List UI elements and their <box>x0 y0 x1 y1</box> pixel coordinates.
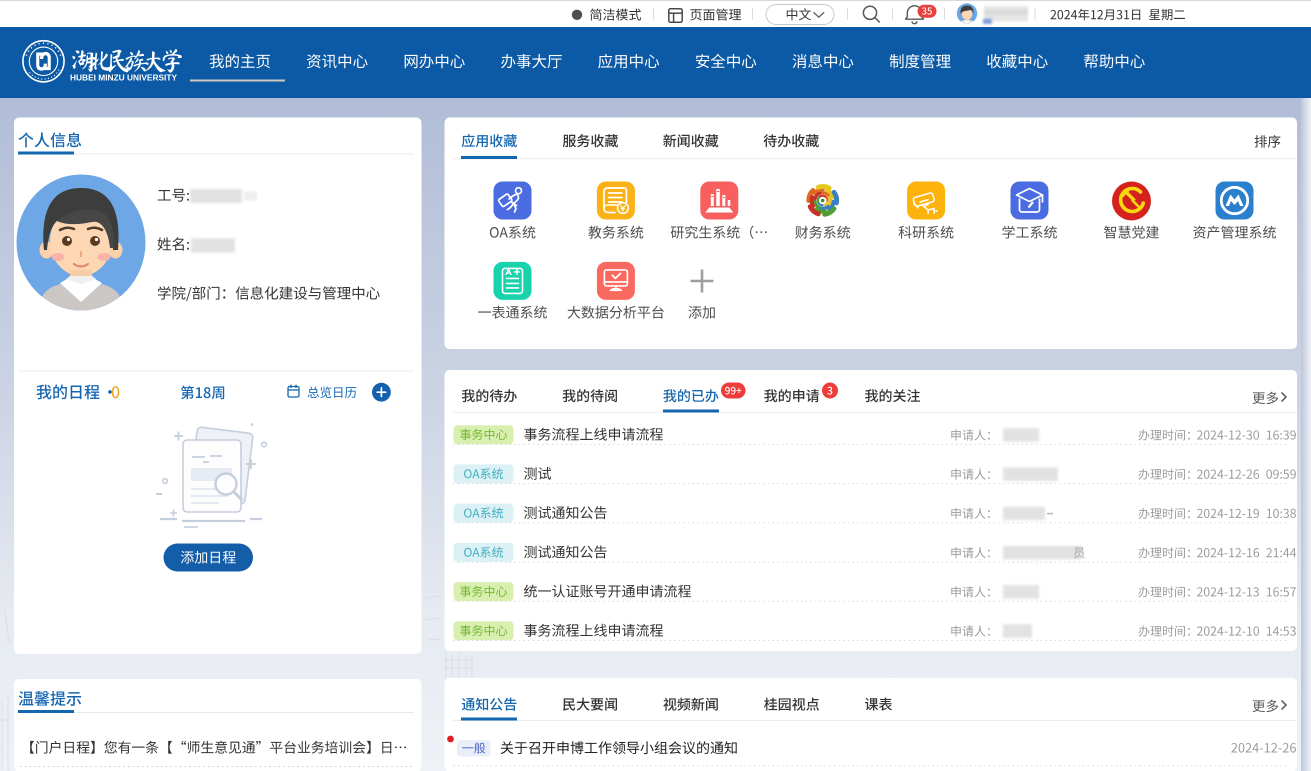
svg-text:HUBEI MINZU UNIVERSITY: HUBEI MINZU UNIVERSITY <box>70 74 178 83</box>
